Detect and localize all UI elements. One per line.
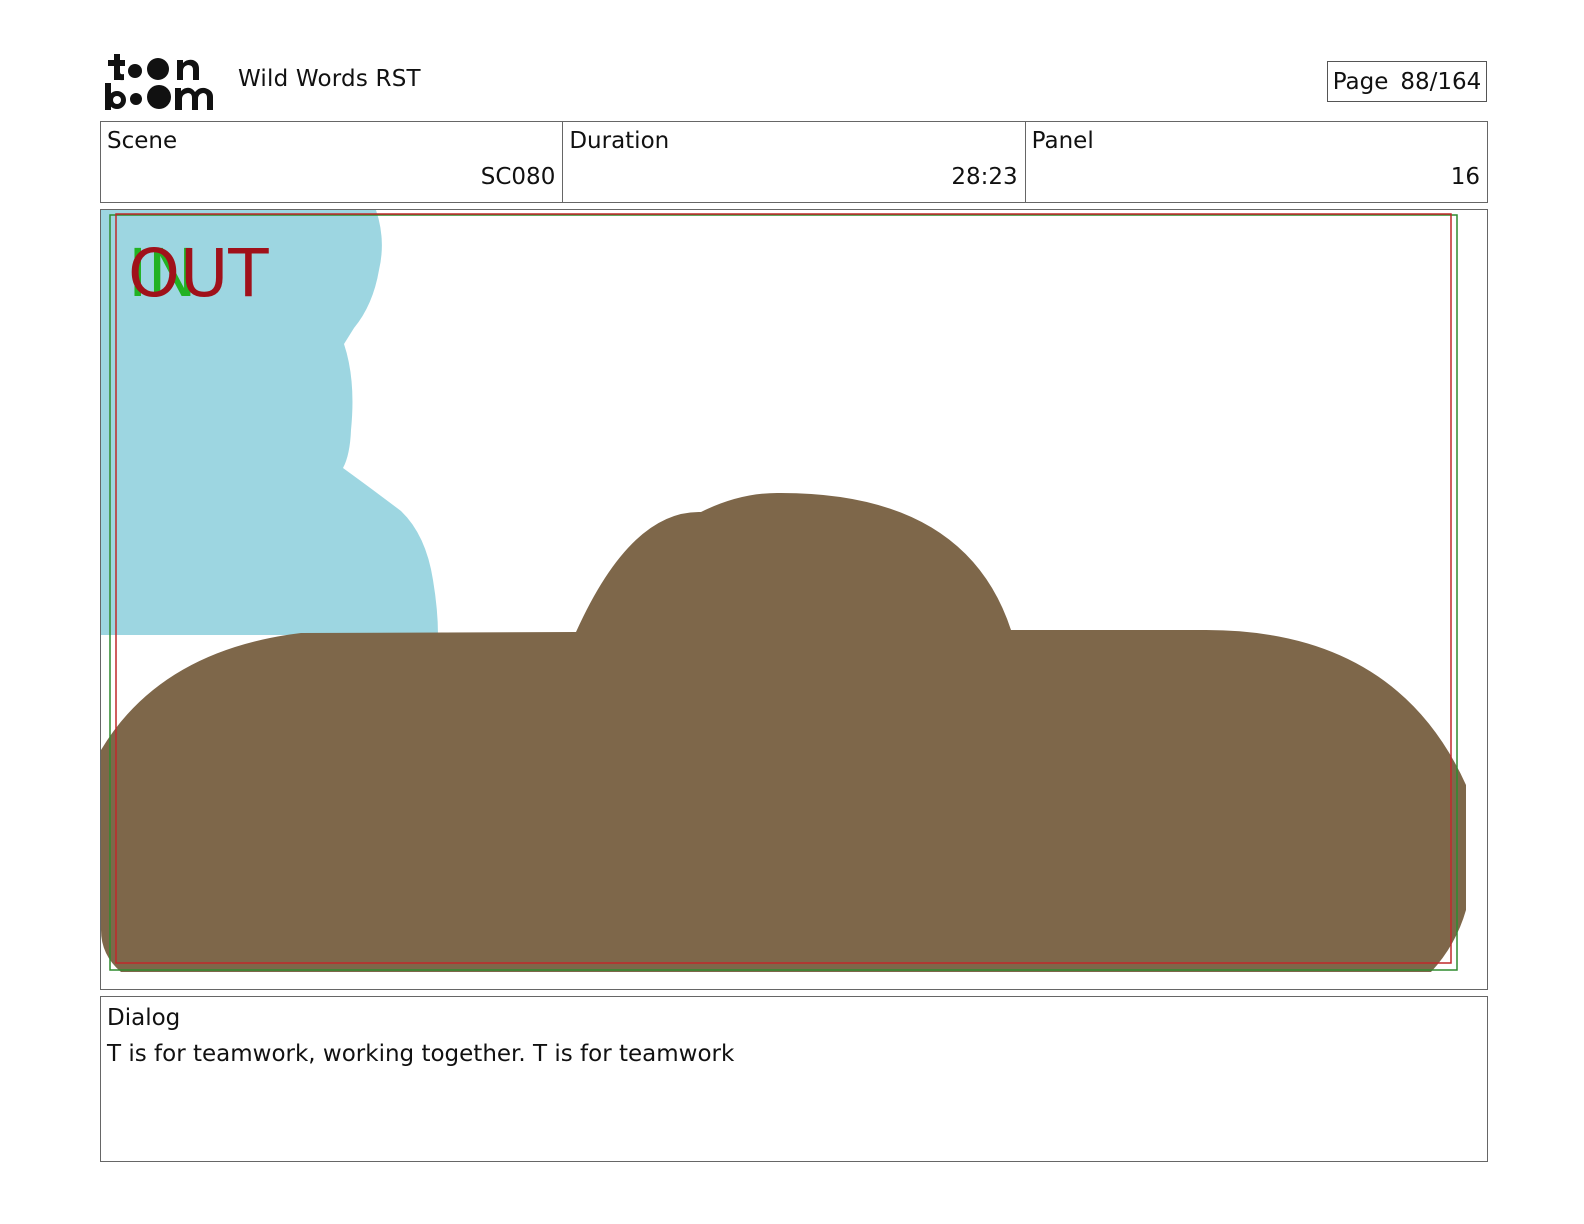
panel-value: 16 <box>1450 164 1480 190</box>
dialog-box: Dialog T is for teamwork, working togeth… <box>100 996 1488 1162</box>
page-number: 88/164 <box>1400 68 1482 95</box>
page-label: Page <box>1332 68 1389 95</box>
duration-value: 28:23 <box>951 164 1018 190</box>
scene-label: Scene <box>107 128 178 154</box>
storyboard-panel: IN OUT <box>100 209 1488 990</box>
dialog-label: Dialog <box>107 1005 181 1031</box>
panel-info-row: Scene SC080 Duration 28:23 Panel 16 <box>100 121 1488 203</box>
page-indicator: Page 88/164 <box>1327 61 1487 102</box>
panel-artwork: IN OUT <box>101 210 1466 972</box>
toon-boom-logo <box>105 54 213 110</box>
panel-cell: Panel 16 <box>1026 122 1487 202</box>
scene-value: SC080 <box>480 164 556 190</box>
project-title: Wild Words RST <box>238 66 421 92</box>
scene-cell: Scene SC080 <box>101 122 564 202</box>
duration-cell: Duration 28:23 <box>563 122 1026 202</box>
dialog-text: T is for teamwork, working together. T i… <box>107 1041 735 1067</box>
panel-label: Panel <box>1031 128 1094 154</box>
out-marker: OUT <box>128 235 269 312</box>
duration-label: Duration <box>569 128 670 154</box>
